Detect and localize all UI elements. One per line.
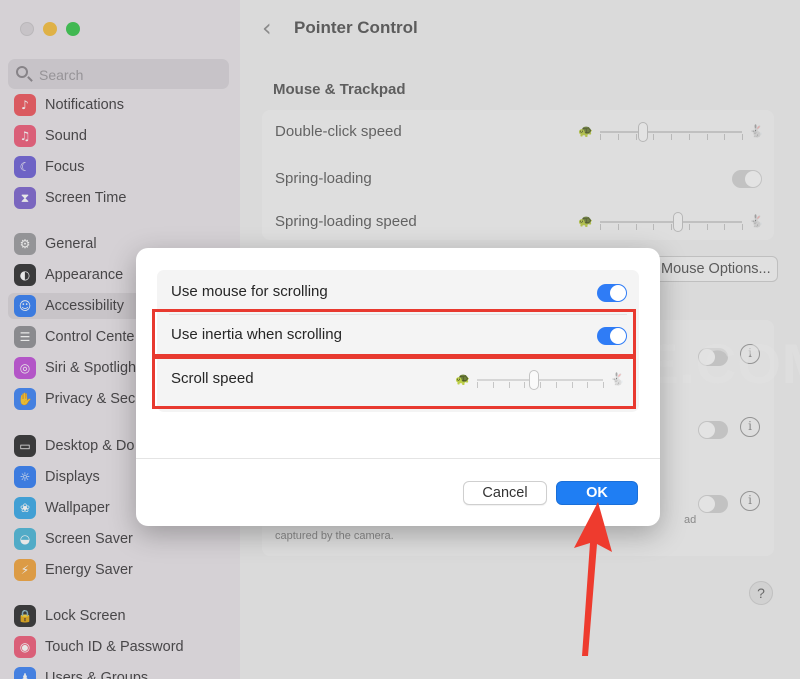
cancel-button[interactable]: Cancel	[463, 481, 547, 505]
highlight-box-inertia	[152, 309, 636, 357]
use-mouse-scrolling-toggle[interactable]	[597, 284, 627, 302]
annotation-arrow-icon	[574, 502, 612, 656]
highlight-box-scroll-speed	[152, 356, 636, 409]
dialog-divider	[136, 458, 660, 459]
system-settings-window: Search ♪ Notifications ♫ Sound ☾ Focus ⧗ Screen…	[0, 0, 800, 679]
use-mouse-scrolling-label: Use mouse for scrolling	[171, 283, 328, 300]
